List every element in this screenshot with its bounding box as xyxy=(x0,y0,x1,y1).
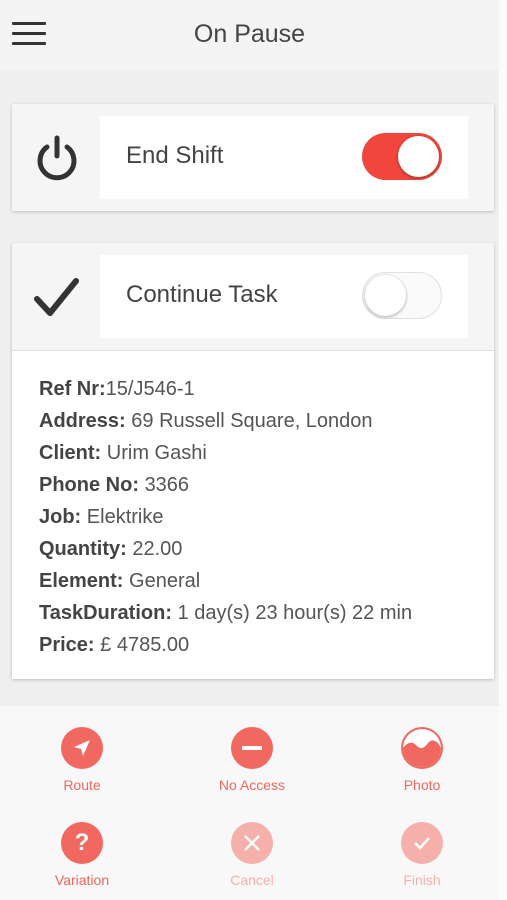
detail-duration: TaskDuration: 1 day(s) 23 hour(s) 22 min xyxy=(39,602,413,624)
continue-task-toggle[interactable] xyxy=(362,272,442,319)
detail-quantity: Quantity: 22.00 xyxy=(39,538,183,560)
photo-icon xyxy=(401,727,443,769)
detail-job: Job: Elektrike xyxy=(39,506,164,528)
photo-label: Photo xyxy=(403,777,441,793)
variation-label: Variation xyxy=(54,872,110,888)
end-shift-panel: End Shift xyxy=(100,116,468,199)
question-mark-icon: ? xyxy=(61,822,103,864)
minus-circle-icon xyxy=(231,727,273,769)
top-bar: On Pause xyxy=(0,0,499,70)
page-title: On Pause xyxy=(193,20,306,48)
continue-task-card: Continue Task Ref Nr:15/J546-1 Address: … xyxy=(12,243,494,679)
route-label: Route xyxy=(63,777,101,793)
no-access-label: No Access xyxy=(218,777,286,793)
cancel-button[interactable]: Cancel xyxy=(192,822,312,888)
finish-label: Finish xyxy=(403,872,441,888)
end-shift-label: End Shift xyxy=(126,142,224,169)
close-icon xyxy=(231,822,273,864)
detail-phone: Phone No: 3366 xyxy=(39,474,190,496)
end-shift-toggle[interactable] xyxy=(362,133,442,180)
checkmark-icon xyxy=(401,822,443,864)
variation-button[interactable]: ? Variation xyxy=(22,822,142,888)
cancel-label: Cancel xyxy=(230,872,274,888)
finish-button[interactable]: Finish xyxy=(362,822,482,888)
route-button[interactable]: Route xyxy=(22,727,142,793)
detail-element: Element: General xyxy=(39,570,201,592)
detail-ref: Ref Nr:15/J546-1 xyxy=(39,378,195,400)
action-bar: Route No Access Photo ? Variation Cancel xyxy=(0,706,499,900)
detail-address: Address: 69 Russell Square, London xyxy=(39,410,373,432)
continue-task-panel: Continue Task xyxy=(100,255,468,338)
photo-button[interactable]: Photo xyxy=(362,727,482,793)
right-edge xyxy=(499,0,507,900)
detail-client: Client: Urim Gashi xyxy=(39,442,207,464)
navigation-arrow-icon xyxy=(61,727,103,769)
no-access-button[interactable]: No Access xyxy=(192,727,312,793)
detail-price: Price: £ 4785.00 xyxy=(39,634,190,656)
task-details: Ref Nr:15/J546-1 Address: 69 Russell Squ… xyxy=(12,350,494,679)
toggle-knob xyxy=(365,275,406,316)
toggle-knob xyxy=(398,136,439,177)
end-shift-card: End Shift xyxy=(12,104,494,211)
checkmark-icon xyxy=(34,278,79,316)
continue-task-label: Continue Task xyxy=(126,281,278,308)
power-icon xyxy=(37,135,77,181)
